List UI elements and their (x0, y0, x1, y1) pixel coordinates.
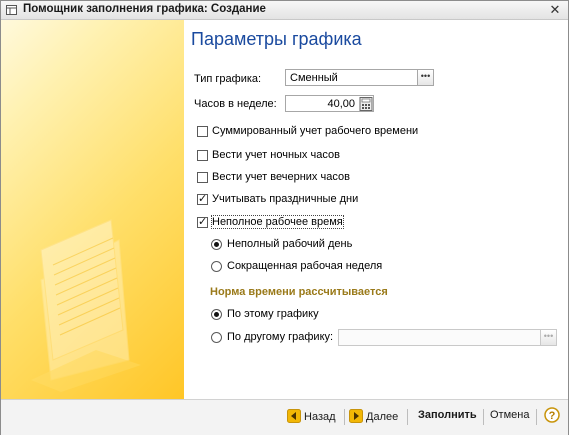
checkbox-summarized-accounting[interactable] (197, 126, 208, 137)
radio-selected-dot (214, 312, 219, 317)
radio-shortened-week-label: Сокращенная рабочая неделя (227, 260, 383, 272)
schedule-type-field[interactable]: Сменный (285, 69, 419, 86)
radio-other-schedule[interactable] (211, 332, 222, 343)
checkbox-night-hours[interactable] (197, 150, 208, 161)
help-icon[interactable]: ? (544, 407, 560, 423)
schedule-type-label: Тип графика: (194, 73, 262, 85)
wizard-footer: Назад Далее Заполнить Отмена ? (1, 399, 568, 435)
radio-part-time-day[interactable] (211, 239, 222, 250)
schedule-type-select-button[interactable]: ••• (417, 69, 434, 86)
wizard-illustration-panel (1, 20, 184, 399)
footer-divider (344, 409, 345, 425)
radio-other-schedule-label: По другому графику: (227, 331, 334, 343)
checkbox-part-time[interactable]: ✓ (197, 216, 208, 228)
next-button-label: Далее (366, 411, 399, 423)
checkmark-icon: ✓ (198, 216, 208, 228)
radio-this-schedule-label: По этому графику (227, 308, 319, 320)
hours-per-week-label: Часов в неделе: (194, 98, 277, 110)
cancel-button[interactable]: Отмена (490, 409, 529, 421)
arrow-right-icon (349, 409, 363, 423)
title-bar: Помощник заполнения графика: Создание ✕ (1, 1, 568, 20)
checkmark-icon: ✓ (198, 193, 208, 205)
footer-divider (407, 409, 408, 425)
footer-divider (483, 409, 484, 425)
page-title: Параметры графика (191, 29, 362, 49)
window-icon (6, 5, 17, 15)
checkbox-night-hours-label: Вести учет ночных часов (212, 149, 340, 161)
checkbox-evening-hours-label: Вести учет вечерних часов (212, 171, 350, 183)
calculator-icon[interactable] (359, 97, 373, 111)
wizard-content: Параметры графика Тип графика: Сменный •… (184, 20, 568, 399)
checkbox-part-time-label: Неполное рабочее время (211, 215, 344, 229)
checkbox-evening-hours[interactable] (197, 172, 208, 183)
back-button[interactable]: Назад (287, 409, 336, 423)
fill-button[interactable]: Заполнить (418, 409, 477, 421)
arrow-left-icon (287, 409, 301, 423)
calendar-illustration (31, 219, 141, 392)
other-schedule-field[interactable] (338, 329, 542, 346)
window-title: Помощник заполнения графика: Создание (23, 3, 266, 15)
checkbox-holidays-label: Учитывать праздничные дни (212, 193, 359, 205)
checkbox-summarized-accounting-label: Суммированный учет рабочего времени (212, 125, 419, 137)
footer-divider (536, 409, 537, 425)
radio-part-time-day-label: Неполный рабочий день (227, 238, 353, 250)
back-button-label: Назад (304, 411, 336, 423)
next-button[interactable]: Далее (349, 409, 398, 423)
help-glyph: ? (549, 410, 556, 422)
checkbox-holidays[interactable]: ✓ (197, 193, 208, 205)
other-schedule-select-button[interactable]: ••• (540, 329, 557, 346)
close-icon[interactable]: ✕ (548, 2, 562, 18)
radio-this-schedule[interactable] (211, 309, 222, 320)
radio-selected-dot (214, 242, 219, 247)
radio-shortened-week[interactable] (211, 261, 222, 272)
norm-section-title: Норма времени рассчитывается (210, 286, 388, 298)
wizard-window: Помощник заполнения графика: Создание ✕ (0, 0, 569, 435)
